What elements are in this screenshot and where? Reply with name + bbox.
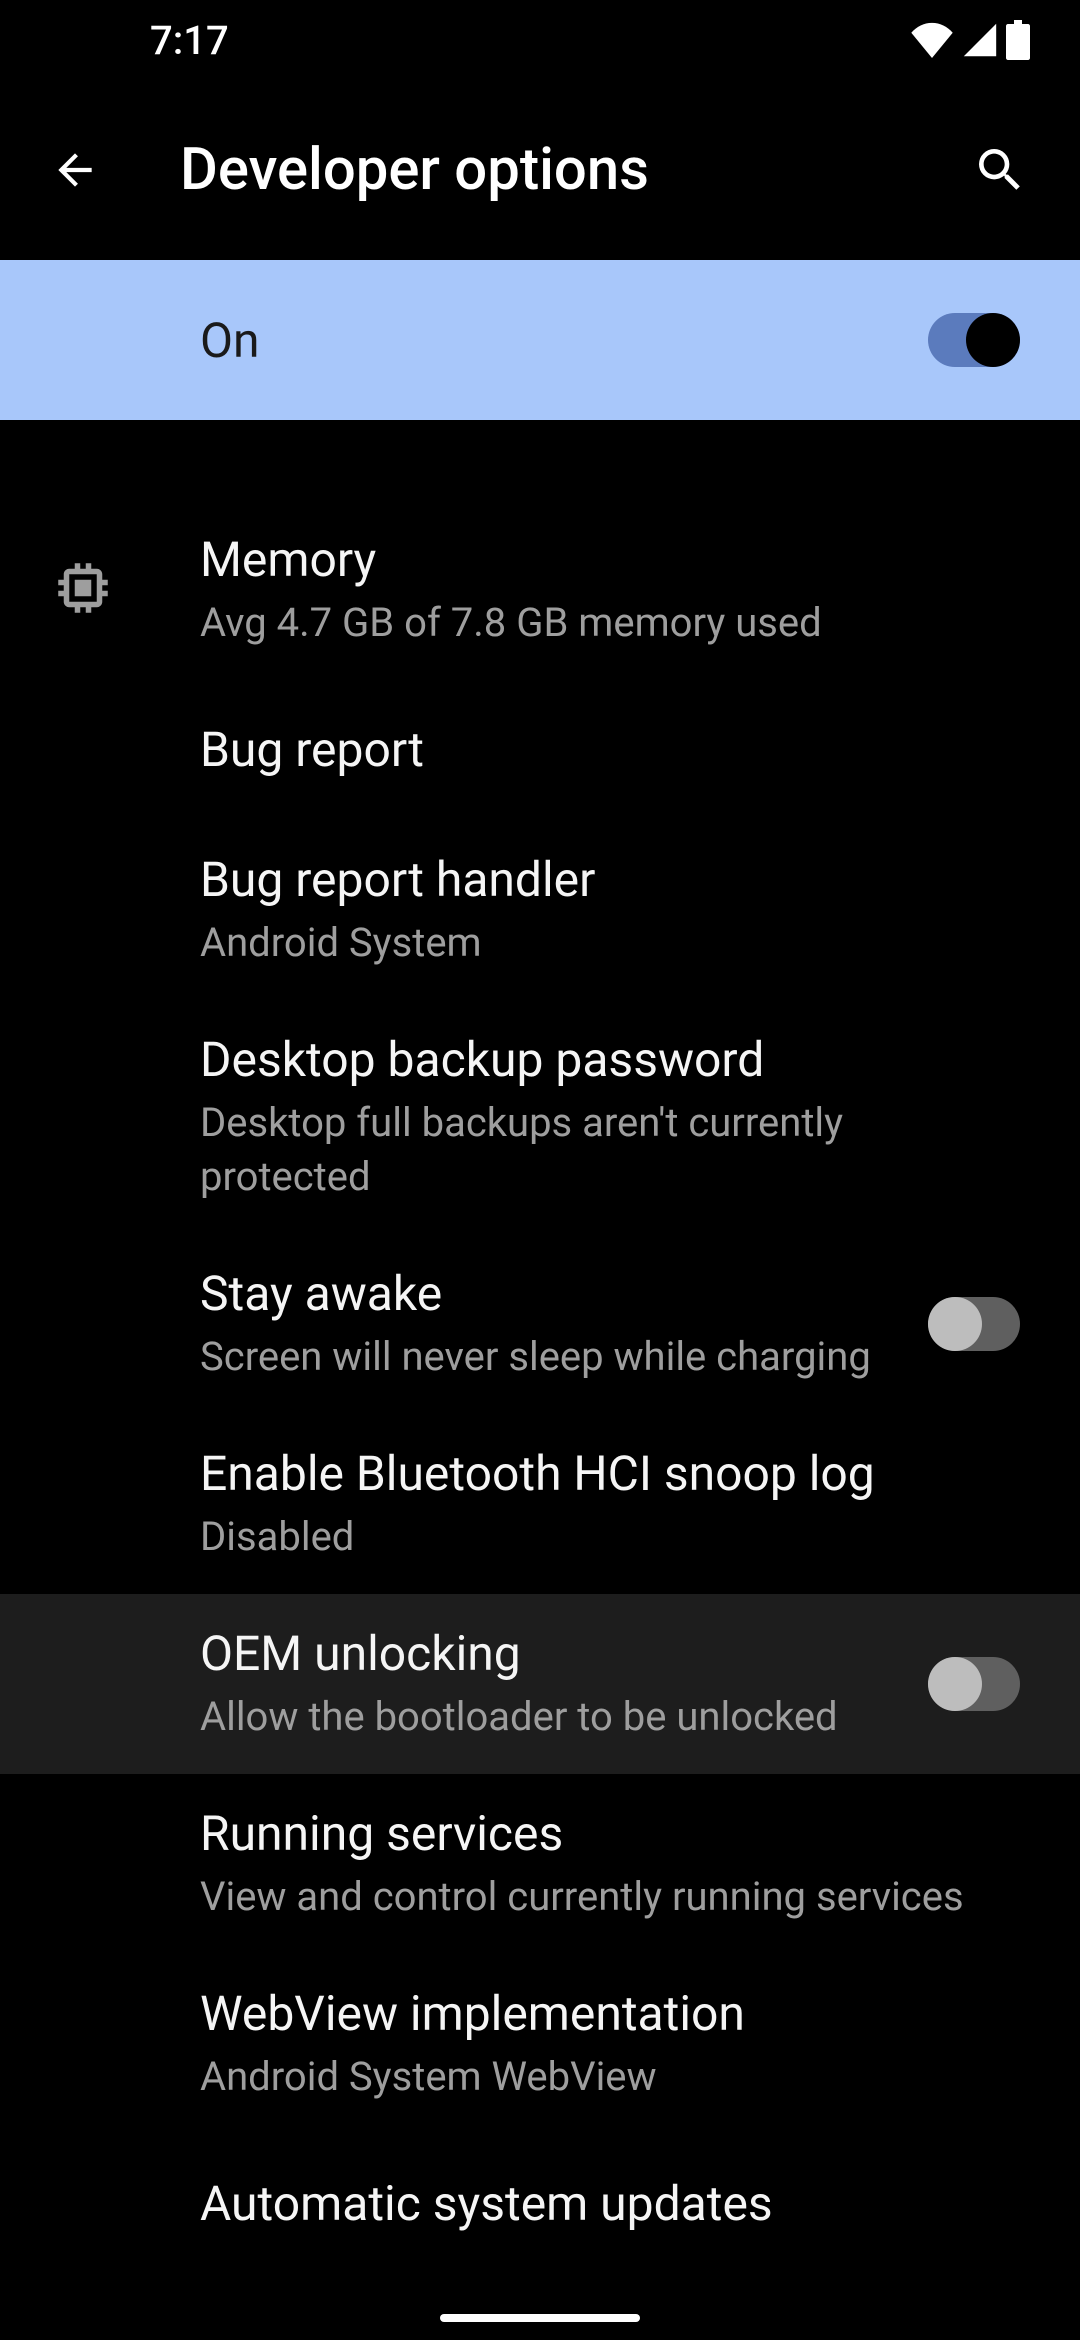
bug-report-handler-title: Bug report handler <box>200 850 1020 910</box>
running-services-subtitle: View and control currently running servi… <box>200 1864 1020 1924</box>
webview-title: WebView implementation <box>200 1984 1020 2044</box>
stay-awake-title: Stay awake <box>200 1264 898 1324</box>
running-services-item[interactable]: Running services View and control curren… <box>0 1774 1080 1954</box>
stay-awake-switch[interactable] <box>928 1297 1020 1351</box>
status-time: 7:17 <box>150 17 229 64</box>
desktop-backup-title: Desktop backup password <box>200 1030 1020 1090</box>
auto-system-updates-item[interactable]: Automatic system updates <box>0 2134 1080 2274</box>
status-bar: 7:17 <box>0 0 1080 80</box>
auto-system-updates-title: Automatic system updates <box>200 2174 1020 2234</box>
memory-subtitle: Avg 4.7 GB of 7.8 GB memory used <box>200 590 1020 650</box>
desktop-backup-item[interactable]: Desktop backup password Desktop full bac… <box>0 1000 1080 1234</box>
page-title: Developer options <box>140 136 960 204</box>
memory-item[interactable]: Memory Avg 4.7 GB of 7.8 GB memory used <box>0 500 1080 680</box>
bug-report-item[interactable]: Bug report <box>0 680 1080 820</box>
app-bar: Developer options <box>0 80 1080 260</box>
gesture-nav-handle[interactable] <box>440 2314 640 2322</box>
oem-unlocking-title: OEM unlocking <box>200 1624 898 1684</box>
master-switch[interactable] <box>928 313 1020 367</box>
bug-report-handler-subtitle: Android System <box>200 910 1020 970</box>
oem-unlocking-item[interactable]: OEM unlocking Allow the bootloader to be… <box>0 1594 1080 1774</box>
status-icons <box>910 20 1040 60</box>
search-icon <box>972 142 1028 198</box>
bug-report-title: Bug report <box>200 720 1020 780</box>
bt-hci-subtitle: Disabled <box>200 1504 1020 1564</box>
desktop-backup-subtitle: Desktop full backups aren't currently pr… <box>200 1090 1020 1204</box>
bt-hci-title: Enable Bluetooth HCI snoop log <box>200 1444 1020 1504</box>
master-toggle-label: On <box>200 312 260 369</box>
wifi-icon <box>910 22 954 58</box>
cellular-icon <box>962 22 998 58</box>
running-services-title: Running services <box>200 1804 1020 1864</box>
bt-hci-item[interactable]: Enable Bluetooth HCI snoop log Disabled <box>0 1414 1080 1594</box>
memory-title: Memory <box>200 530 1020 590</box>
webview-subtitle: Android System WebView <box>200 2044 1020 2104</box>
bug-report-handler-item[interactable]: Bug report handler Android System <box>0 820 1080 1000</box>
search-button[interactable] <box>960 142 1040 198</box>
battery-icon <box>1006 20 1030 60</box>
oem-unlocking-subtitle: Allow the bootloader to be unlocked <box>200 1684 898 1744</box>
back-arrow-icon <box>50 145 100 195</box>
webview-item[interactable]: WebView implementation Android System We… <box>0 1954 1080 2134</box>
oem-unlocking-switch[interactable] <box>928 1657 1020 1711</box>
stay-awake-item[interactable]: Stay awake Screen will never sleep while… <box>0 1234 1080 1414</box>
settings-list: Memory Avg 4.7 GB of 7.8 GB memory used … <box>0 420 1080 2274</box>
back-button[interactable] <box>40 145 140 195</box>
master-toggle-row[interactable]: On <box>0 260 1080 420</box>
stay-awake-subtitle: Screen will never sleep while charging <box>200 1324 898 1384</box>
memory-icon <box>50 555 116 625</box>
